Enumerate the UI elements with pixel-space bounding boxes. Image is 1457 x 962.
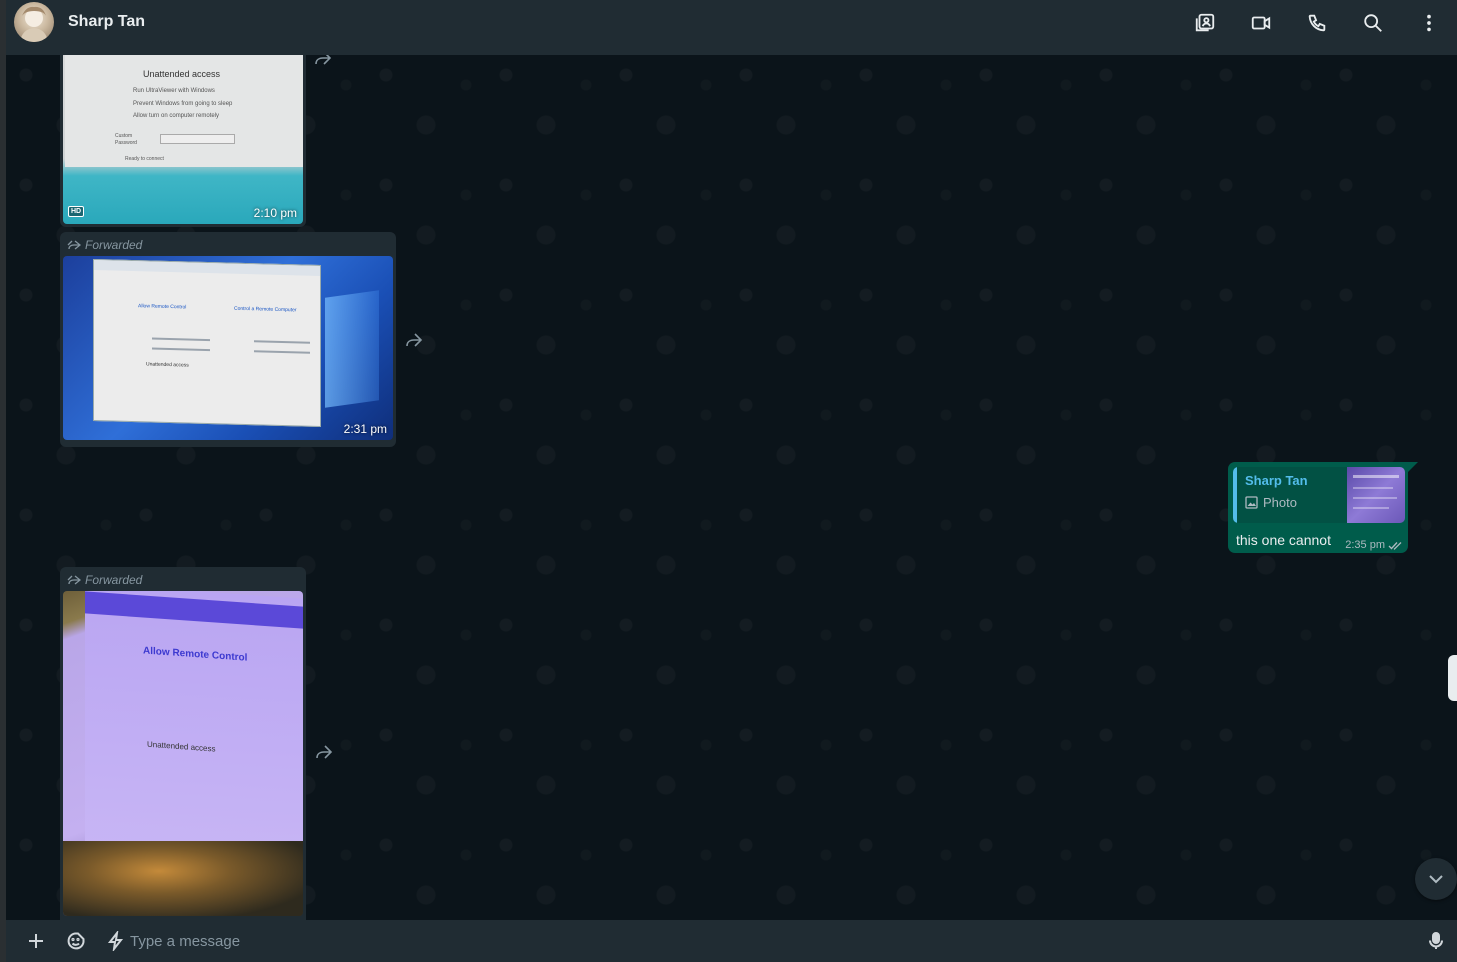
photo-message[interactable]: Unattended access Run UltraViewer with W… <box>60 55 306 227</box>
forward-icon[interactable] <box>401 327 427 353</box>
menu-icon[interactable] <box>1401 0 1457 45</box>
photo-text: Custom Password <box>115 133 137 146</box>
header-actions <box>1177 0 1457 45</box>
photo-text: Unattended access <box>143 69 221 79</box>
message-photo[interactable]: Allow Remote Control Control a Remote Co… <box>63 256 393 440</box>
message-time: 2:31 pm <box>343 422 387 436</box>
forward-icon[interactable] <box>310 55 336 71</box>
forward-icon[interactable] <box>311 739 337 765</box>
photo-text: Allow Remote Control <box>138 303 187 311</box>
emoji-button[interactable] <box>64 929 88 953</box>
media-icon[interactable] <box>1177 0 1233 45</box>
scroll-to-bottom-button[interactable] <box>1415 858 1457 900</box>
message-photo[interactable]: Allow Remote Control Unattended access <box>63 591 303 916</box>
voice-call-icon[interactable] <box>1289 0 1345 45</box>
photo-message[interactable]: Forwarded Allow Remote Control Control a… <box>60 232 396 447</box>
photo-text: Run UltraViewer with Windows <box>133 88 215 94</box>
quick-replies-button[interactable] <box>104 929 128 953</box>
photo-text: Allow turn on computer remotely <box>133 113 220 119</box>
photo-dialog: Allow Remote Control Unattended access <box>85 591 303 879</box>
forwarded-label: Forwarded <box>63 235 393 256</box>
photo-text: Unattended access <box>147 739 216 754</box>
quote-thumbnail <box>1347 467 1405 523</box>
forwarded-icon <box>67 575 81 585</box>
outgoing-message[interactable]: Sharp Tan Photo this one cannot 2:35 pm <box>1228 462 1408 553</box>
quote-photo-label: Photo <box>1245 495 1297 510</box>
quote-kind: Photo <box>1263 495 1297 510</box>
photo-dialog: Unattended access Run UltraViewer with W… <box>65 55 303 167</box>
composer <box>6 920 1457 962</box>
sticker-icon <box>67 932 85 950</box>
search-icon[interactable] <box>1345 0 1401 45</box>
quote-sender: Sharp Tan <box>1245 473 1308 488</box>
video-call-icon[interactable] <box>1233 0 1289 45</box>
message-time: 2:35 pm <box>1345 539 1385 551</box>
photo-foreground <box>63 841 303 916</box>
message-text: this one cannot <box>1236 532 1331 548</box>
voice-message-button[interactable] <box>1424 929 1448 953</box>
photo-text: Allow Remote Control <box>143 645 248 664</box>
bubble-tail <box>1408 462 1418 472</box>
message-meta: 2:35 pm <box>1345 539 1402 551</box>
chevron-down-icon <box>1429 875 1443 884</box>
message-input[interactable] <box>130 928 1410 954</box>
message-photo[interactable]: Unattended access Run UltraViewer with W… <box>63 55 303 224</box>
attach-button[interactable] <box>24 929 48 953</box>
forwarded-label: Forwarded <box>63 570 303 591</box>
forwarded-text: Forwarded <box>85 238 143 252</box>
quote-accent-bar <box>1233 467 1237 523</box>
forwarded-text: Forwarded <box>85 573 143 587</box>
microphone-icon <box>1429 932 1443 949</box>
chat-header: Sharp Tan <box>6 0 1457 55</box>
plus-icon <box>29 934 43 948</box>
double-check-icon <box>1388 541 1402 550</box>
photo-text: Unattended access <box>146 361 189 369</box>
side-panel-handle[interactable] <box>1448 655 1457 701</box>
forwarded-icon <box>67 240 81 250</box>
photo-text: Control a Remote Computer <box>234 305 297 314</box>
contact-name[interactable]: Sharp Tan <box>68 13 145 31</box>
quoted-message[interactable]: Sharp Tan Photo <box>1233 467 1405 523</box>
chat-area[interactable]: Unattended access Run UltraViewer with W… <box>6 55 1457 920</box>
photo-message[interactable]: Forwarded Allow Remote Control Unattende… <box>60 567 306 920</box>
windows-logo-icon <box>325 290 379 408</box>
photo-dialog: Allow Remote Control Control a Remote Co… <box>93 259 321 427</box>
photo-icon <box>1245 496 1258 509</box>
message-time: 2:10 pm <box>253 206 297 220</box>
hd-badge: HD <box>68 206 85 217</box>
photo-text: Ready to connect <box>125 156 164 162</box>
avatar[interactable] <box>14 2 54 42</box>
photo-text: Prevent Windows from going to sleep <box>133 101 233 107</box>
lightning-icon <box>107 931 124 951</box>
